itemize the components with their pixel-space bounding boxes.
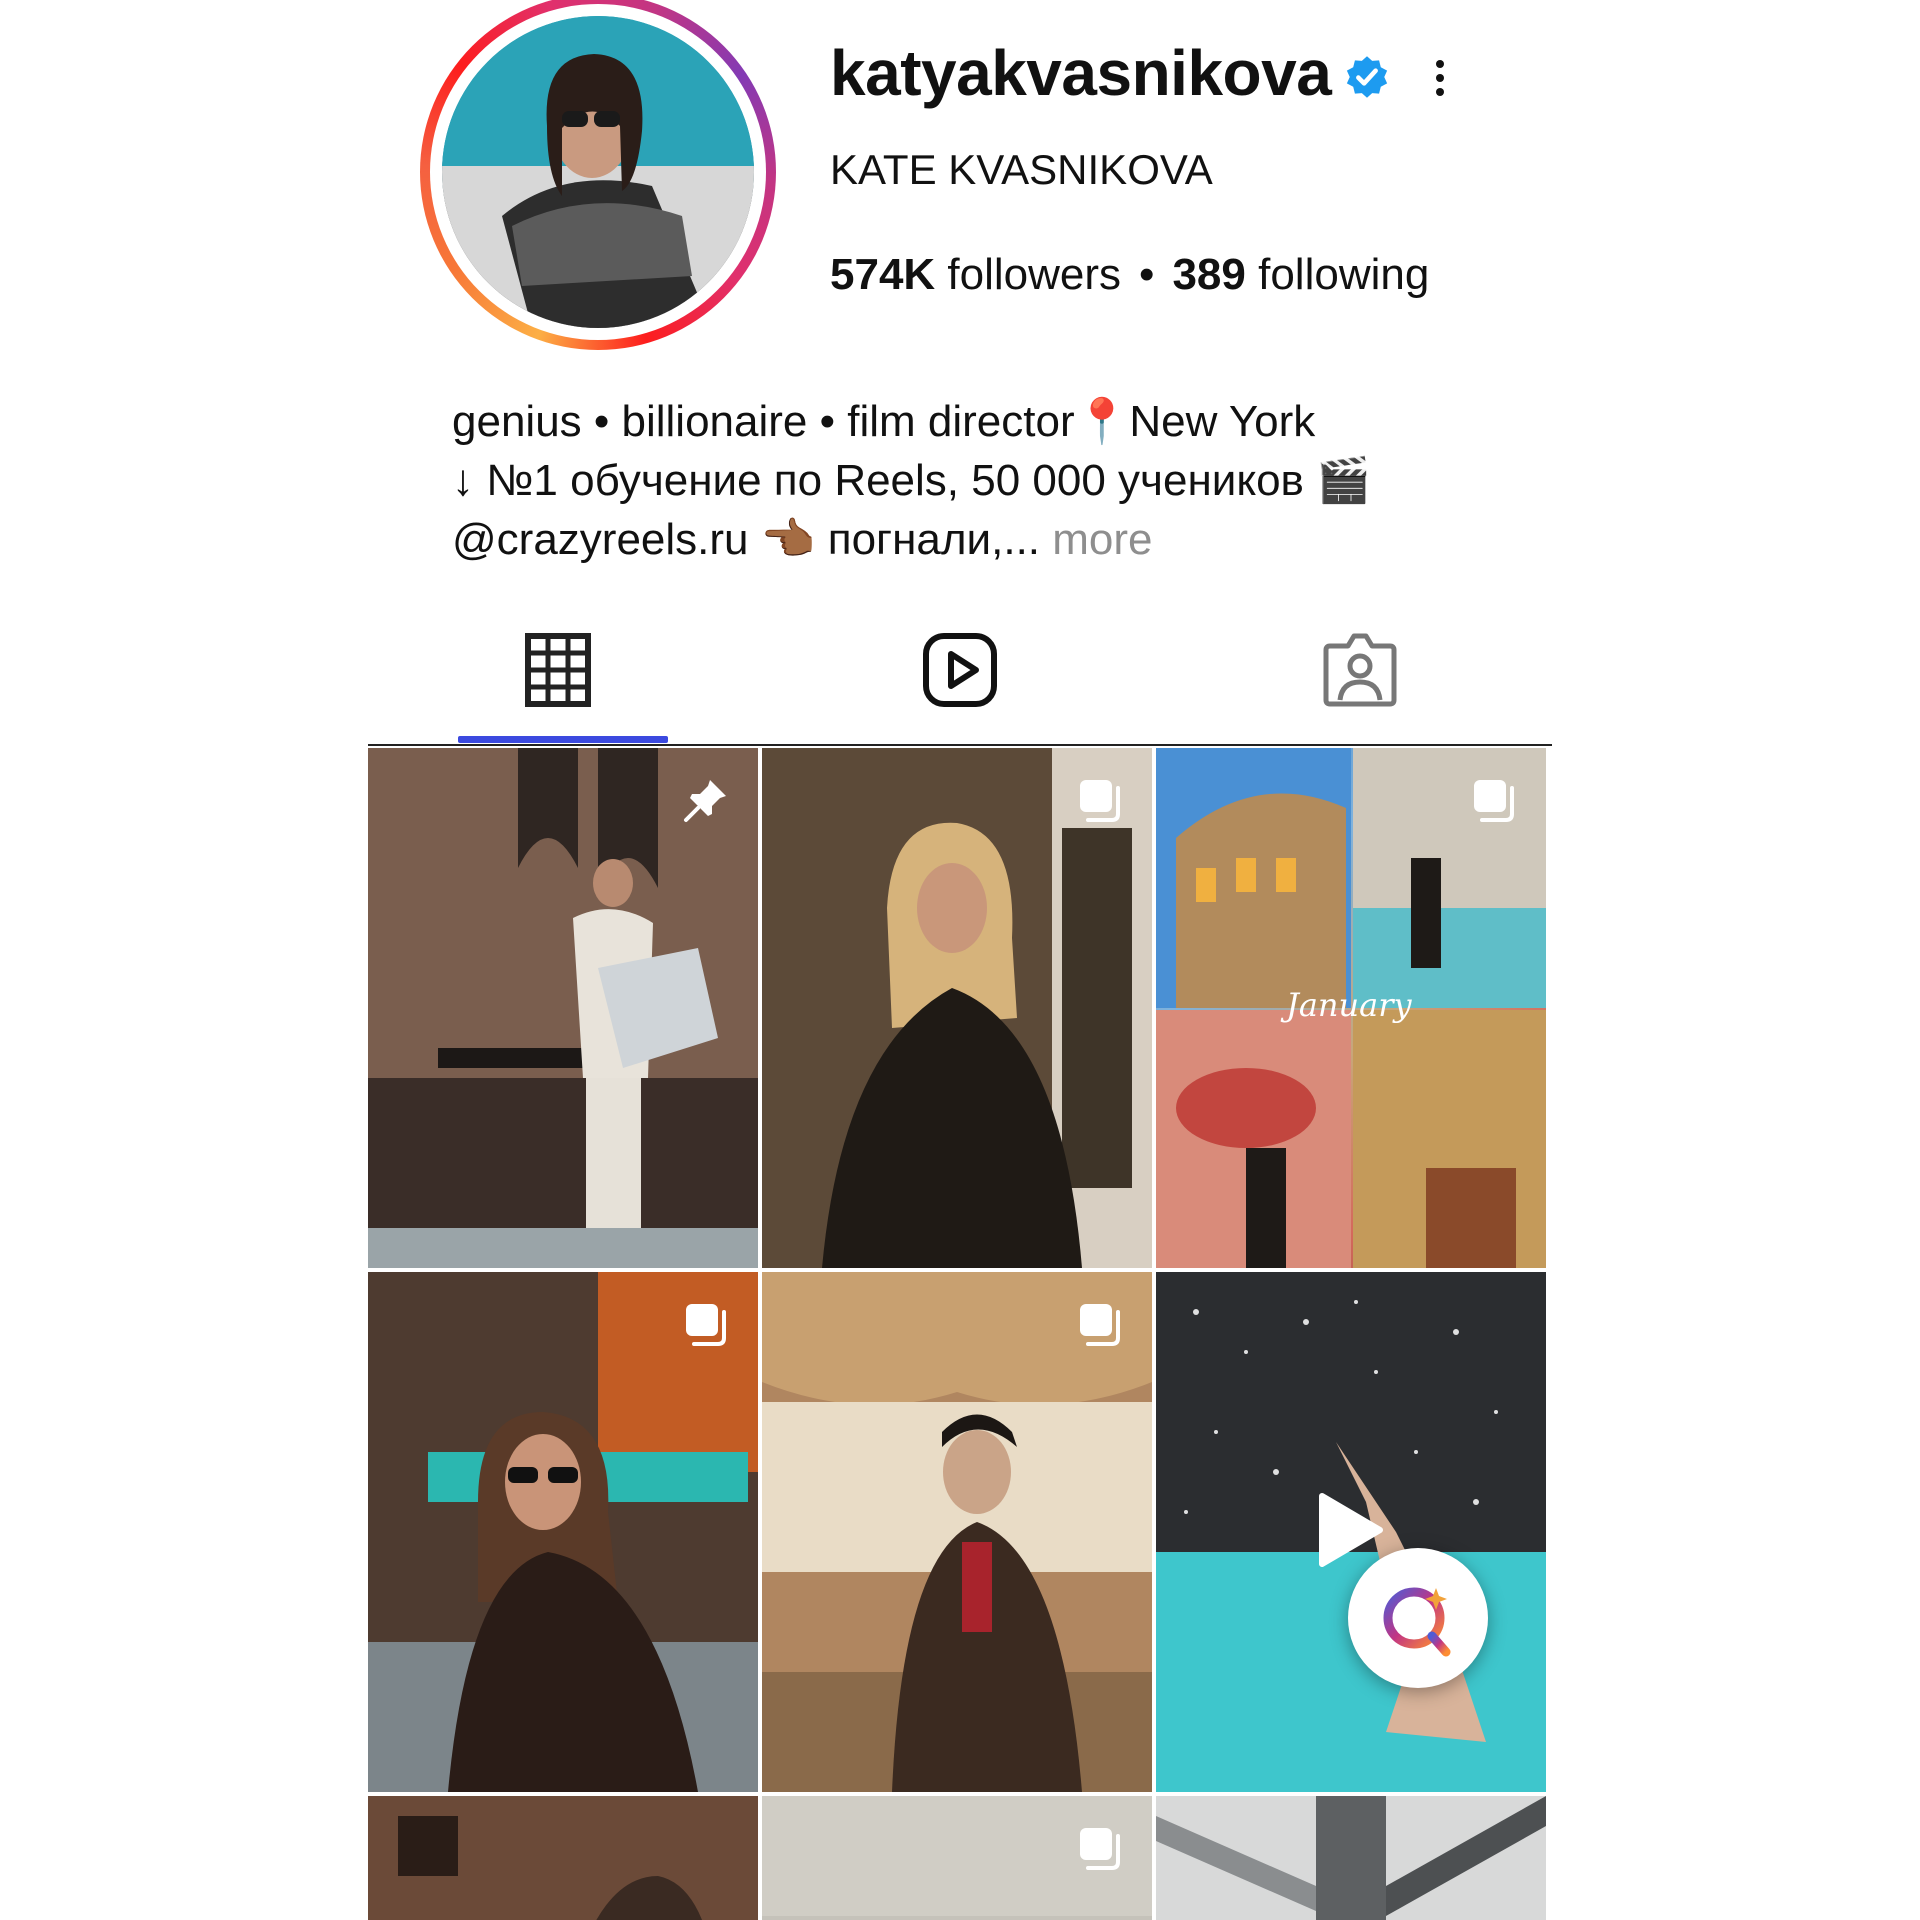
post-tile[interactable]: January <box>1156 748 1546 1268</box>
username: katyakvasnikova <box>830 37 1332 109</box>
post-photo <box>368 1272 758 1792</box>
bio: genius • billionaire • film director📍New… <box>452 392 1371 569</box>
post-tile[interactable] <box>762 748 1152 1268</box>
reels-icon <box>923 633 997 707</box>
lens-search-button[interactable] <box>1348 1548 1488 1688</box>
play-icon <box>1319 1493 1383 1567</box>
following-link[interactable]: 389 following <box>1172 250 1429 299</box>
carousel-icon <box>1080 1304 1120 1346</box>
avatar-story-ring[interactable] <box>420 0 776 350</box>
lens-search-icon <box>1383 1587 1451 1657</box>
carousel-icon <box>1080 780 1120 822</box>
carousel-icon <box>1080 1828 1120 1870</box>
avatar <box>442 16 754 328</box>
tab-reels[interactable] <box>856 610 1056 742</box>
verified-badge-icon <box>1346 56 1388 98</box>
followers-label: followers <box>947 250 1122 299</box>
bio-more-link[interactable]: more <box>1040 515 1152 564</box>
following-count: 389 <box>1172 250 1246 299</box>
bio-line-3: @crazyreels.ru 👈🏾 погнали,... more <box>452 510 1371 569</box>
post-tile[interactable] <box>1156 1272 1546 1792</box>
carousel-icon <box>686 1304 726 1346</box>
tagged-icon <box>1323 633 1397 707</box>
bio-line-1: genius • billionaire • film director📍New… <box>452 397 1316 446</box>
bio-line-2: ↓ №1 обучение по Reels, 50 000 учеников … <box>452 456 1371 505</box>
post-tile[interactable] <box>368 1796 758 1920</box>
post-photo <box>762 1272 1152 1792</box>
tab-tagged[interactable] <box>1256 610 1456 742</box>
post-tile[interactable] <box>762 1796 1152 1920</box>
posts-grid: January <box>368 748 1550 1920</box>
avatar-photo-illustration <box>442 16 754 328</box>
followers-link[interactable]: 574K followers <box>830 250 1121 299</box>
stats-separator: • <box>1139 250 1155 299</box>
tab-posts[interactable] <box>458 610 658 742</box>
post-tile[interactable] <box>1156 1796 1546 1920</box>
active-tab-indicator <box>458 736 668 743</box>
profile-page: katyakvasnikova KATE KVASNIKOVA 574K fol… <box>0 0 1920 1920</box>
profile-tabs <box>368 610 1552 746</box>
post-photo <box>368 748 758 1268</box>
profile-stats: 574K followers • 389 following <box>830 250 1429 300</box>
pin-icon <box>684 780 726 822</box>
followers-count: 574K <box>830 250 936 299</box>
collage-overlay-text: January <box>1286 986 1412 1024</box>
post-photo <box>1156 1796 1546 1920</box>
post-tile[interactable] <box>368 748 758 1268</box>
bio-line-3-text: 👈🏾 погнали,... <box>748 515 1041 564</box>
full-name: KATE KVASNIKOVA <box>830 146 1213 193</box>
post-tile[interactable] <box>368 1272 758 1792</box>
carousel-icon <box>1474 780 1514 822</box>
post-photo <box>368 1796 758 1920</box>
following-label: following <box>1258 250 1430 299</box>
bio-handle-link[interactable]: @crazyreels.ru <box>452 515 749 564</box>
post-photo <box>762 748 1152 1268</box>
grid-icon <box>525 633 591 707</box>
more-options-icon[interactable] <box>1424 54 1456 102</box>
post-tile[interactable] <box>762 1272 1152 1792</box>
